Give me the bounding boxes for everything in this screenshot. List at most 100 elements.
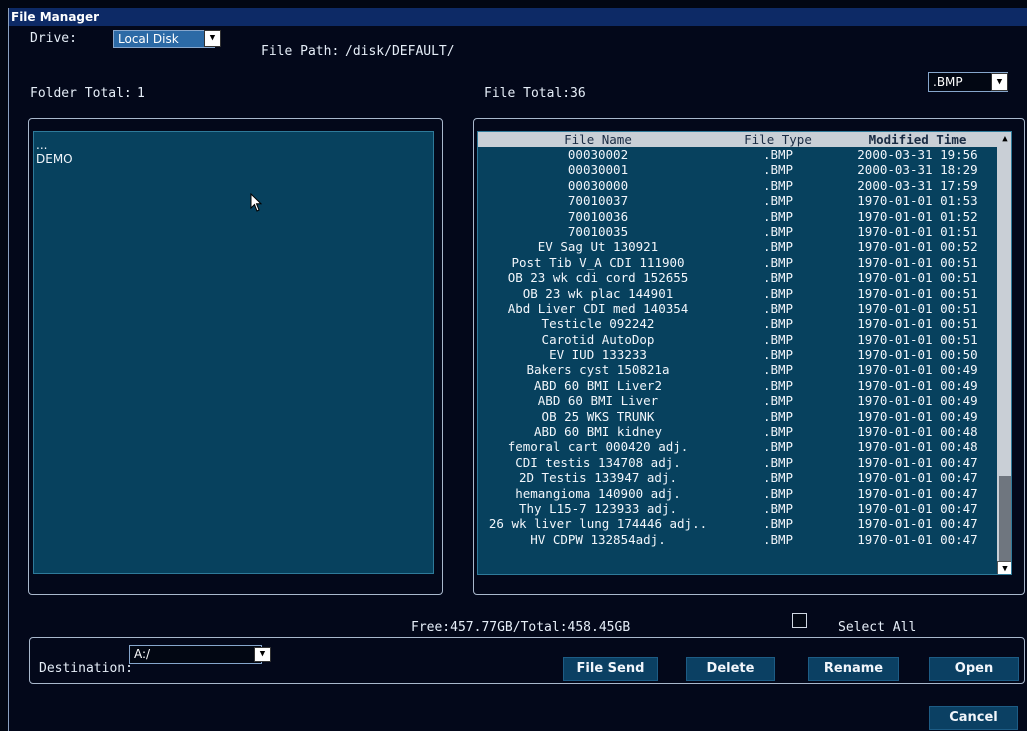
cell-modified-time: 2000-03-31 17:59 [857,177,978,193]
table-row[interactable]: EV Sag Ut 130921 .BMP 1970-01-01 00:52 [478,239,997,254]
table-row[interactable]: HV CDPW 132854adj. .BMP 1970-01-01 00:47 [478,532,997,547]
cell-modified-time: 1970-01-01 00:47 [857,485,978,501]
cell-file-type: .BMP [762,162,794,178]
cell-modified-time: 1970-01-01 00:47 [857,500,978,516]
cell-file-type: .BMP [762,485,794,501]
file-send-button[interactable]: File Send [563,657,658,681]
drive-select-value: Local Disk [118,32,179,46]
cell-file-type: .BMP [762,439,794,455]
cell-file-type: .BMP [762,408,794,424]
drive-dropdown-icon[interactable]: ▼ [204,30,221,47]
cell-modified-time: 1970-01-01 00:49 [857,362,978,378]
cell-file-name: OB 25 WKS TRUNK [541,408,655,424]
cell-file-name: hemangioma 140900 adj. [515,485,681,501]
cell-file-name: femoral cart 000420 adj. [507,439,689,455]
select-all-checkbox[interactable] [792,613,807,628]
file-type-filter-value: .BMP [933,75,963,89]
table-row[interactable]: 70010036 .BMP 1970-01-01 01:52 [478,209,997,224]
cell-file-type: .BMP [762,470,794,486]
file-list-scrollbar[interactable]: ▲ ▼ [997,132,1011,574]
cancel-button[interactable]: Cancel [929,706,1018,730]
table-row[interactable]: 00030001 .BMP 2000-03-31 18:29 [478,162,997,177]
cell-file-name: 26 wk liver lung 174446 adj.. [488,516,708,532]
rename-button[interactable]: Rename [808,657,899,681]
destination-select-value: A:/ [134,647,151,661]
table-row[interactable]: Testicle 092242 .BMP 1970-01-01 00:51 [478,316,997,331]
destination-select[interactable]: A:/ [129,645,262,664]
filter-dropdown-icon[interactable]: ▼ [991,73,1008,91]
cell-modified-time: 1970-01-01 00:51 [857,285,978,301]
table-row[interactable]: Abd Liver CDI med 140354 .BMP 1970-01-01 0… [478,301,997,316]
table-row[interactable]: Post Tib V_A CDI 111900 .BMP 1970-01-01 00… [478,255,997,270]
cell-modified-time: 1970-01-01 01:53 [857,193,978,209]
column-header-modified-time[interactable]: Modified Time [838,132,997,147]
table-row[interactable]: OB 23 wk plac 144901 .BMP 1970-01-01 00:51 [478,286,997,301]
column-header-file-type[interactable]: File Type [718,132,838,147]
open-button[interactable]: Open [929,657,1019,681]
table-row[interactable]: EV IUD 133233 .BMP 1970-01-01 00:50 [478,347,997,362]
cell-file-type: .BMP [762,193,794,209]
cell-modified-time: 2000-03-31 18:29 [857,162,978,178]
folder-item-parent[interactable]: ... [36,138,47,152]
cell-file-name: Abd Liver CDI med 140354 [507,300,689,316]
table-row[interactable]: 26 wk liver lung 174446 adj.. .BMP 1970-01… [478,516,997,531]
table-row[interactable]: 00030000 .BMP 2000-03-31 17:59 [478,178,997,193]
cell-file-name: OB 23 wk cdi cord 152655 [507,270,689,286]
column-header-file-name[interactable]: File Name [478,132,718,147]
cell-modified-time: 1970-01-01 00:49 [857,393,978,409]
folder-item-demo[interactable]: DEMO [36,152,73,166]
cell-modified-time: 1970-01-01 00:51 [857,300,978,316]
cell-file-name: Bakers cyst 150821a [526,362,670,378]
table-row[interactable]: ABD 60 BMI kidney .BMP 1970-01-01 00:48 [478,424,997,439]
table-row[interactable]: OB 23 wk cdi cord 152655 .BMP 1970-01-01 0… [478,270,997,285]
storage-info: Free:457.77GB/Total:458.45GB [411,620,631,635]
cell-modified-time: 1970-01-01 00:49 [857,377,978,393]
table-row[interactable]: Thy L15-7 123933 adj. .BMP 1970-01-01 00:4… [478,501,997,516]
table-row[interactable]: ABD 60 BMI Liver2 .BMP 1970-01-01 00:49 [478,378,997,393]
table-row[interactable]: OB 25 WKS TRUNK .BMP 1970-01-01 00:49 [478,409,997,424]
cell-modified-time: 1970-01-01 00:51 [857,331,978,347]
cell-file-type: .BMP [762,331,794,347]
scroll-down-icon[interactable]: ▼ [997,561,1011,574]
cell-file-type: .BMP [762,270,794,286]
table-row[interactable]: 70010037 .BMP 1970-01-01 01:53 [478,193,997,208]
cell-modified-time: 1970-01-01 00:47 [857,470,978,486]
table-row[interactable]: hemangioma 140900 adj. .BMP 1970-01-01 00:… [478,486,997,501]
select-all-label[interactable]: Select All [838,620,916,635]
cell-file-type: .BMP [762,516,794,532]
cell-modified-time: 1970-01-01 01:51 [857,223,978,239]
table-row[interactable]: ABD 60 BMI Liver .BMP 1970-01-01 00:49 [478,393,997,408]
cell-file-name: 70010036 [567,208,629,224]
file-list[interactable]: File Name File Type Modified Time 000300… [477,131,1012,575]
scroll-up-icon[interactable]: ▲ [997,132,1011,147]
drive-select[interactable]: Local Disk [113,30,215,48]
table-row[interactable]: Carotid AutoDop .BMP 1970-01-01 00:51 [478,332,997,347]
table-row[interactable]: Bakers cyst 150821a .BMP 1970-01-01 00:49 [478,362,997,377]
table-row[interactable]: femoral cart 000420 adj. .BMP 1970-01-01 0… [478,439,997,454]
cell-modified-time: 1970-01-01 00:51 [857,254,978,270]
cell-modified-time: 1970-01-01 00:47 [857,454,978,470]
cell-file-name: 70010035 [567,223,629,239]
folder-list[interactable]: ... DEMO [33,131,434,574]
cell-file-name: 00030001 [567,162,629,178]
destination-label: Destination: [39,661,133,676]
table-row[interactable]: CDI testis 134708 adj. .BMP 1970-01-01 00:… [478,455,997,470]
table-row[interactable]: 70010035 .BMP 1970-01-01 01:51 [478,224,997,239]
cell-file-name: Testicle 092242 [541,316,655,332]
cell-file-type: .BMP [762,208,794,224]
folder-total-label: Folder Total: [30,86,132,101]
cell-file-type: .BMP [762,177,794,193]
file-total-value: 36 [570,86,586,101]
drive-label: Drive: [30,31,77,46]
file-path-value: /disk/DEFAULT/ [345,44,455,59]
table-row[interactable]: 2D Testis 133947 adj. .BMP 1970-01-01 00:4… [478,470,997,485]
delete-button[interactable]: Delete [686,657,775,681]
scrollbar-thumb[interactable] [999,476,1011,561]
cell-file-type: .BMP [762,362,794,378]
cell-modified-time: 2000-03-31 19:56 [857,147,978,162]
folder-total-value: 1 [137,86,145,101]
cell-file-type: .BMP [762,316,794,332]
destination-dropdown-icon[interactable]: ▼ [254,647,271,662]
cell-file-type: .BMP [762,377,794,393]
table-row[interactable]: 00030002 .BMP 2000-03-31 19:56 [478,147,997,162]
